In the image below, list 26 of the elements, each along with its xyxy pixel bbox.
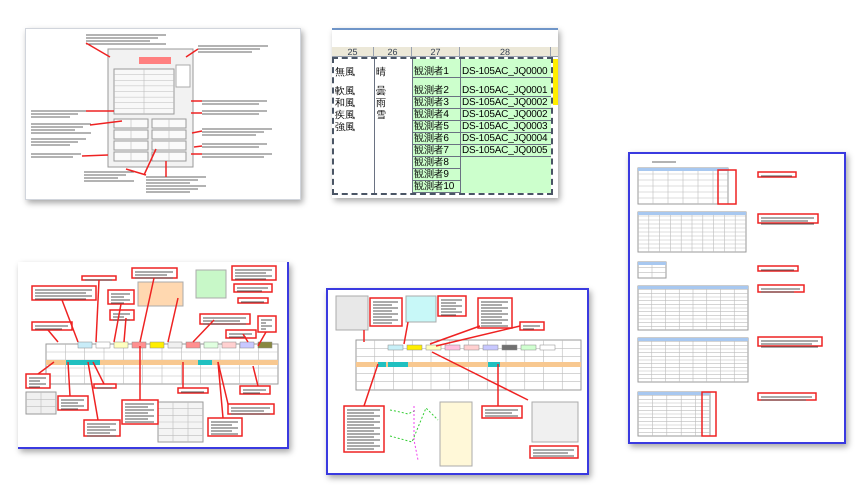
table-cell: 観測者4 xyxy=(412,109,460,121)
table-cell: 観測者2 xyxy=(412,78,460,97)
table-cell: 観測者8 xyxy=(412,157,460,169)
table-cell: 観測者7 xyxy=(412,145,460,157)
table-cell-text: 疾風 xyxy=(334,109,356,121)
table-cell: 観測者3 xyxy=(412,97,460,109)
table-cell-text: 軟風 xyxy=(334,85,356,97)
table-cell: DS-105AC_JQ0005 xyxy=(460,145,551,157)
column-header: 27 xyxy=(412,47,460,56)
table-cell: DS-105AC_JQ0002 xyxy=(460,109,551,121)
table-cell: 観測者5 xyxy=(412,121,460,133)
table-cell: 観測者1 xyxy=(412,59,460,78)
table-cell: 観測者10 xyxy=(412,181,460,193)
table-cell-text: 強風 xyxy=(334,121,356,133)
column-header: 26 xyxy=(374,47,412,56)
table-cell: 観測者9 xyxy=(412,169,460,181)
column-header: 25 xyxy=(332,47,374,56)
table-cell: DS-105AC_JQ0002 xyxy=(460,97,551,109)
table-cell: DS-105AC_JQ0001 xyxy=(460,78,551,97)
table-cell-text: 和風 xyxy=(334,97,356,109)
table-cell: DS-105AC_JQ0003 xyxy=(460,121,551,133)
table-cell: DS-105AC_JQ0004 xyxy=(460,133,551,145)
table-cell: DS-105AC_JQ0000 xyxy=(460,59,551,78)
table-cell: 観測者6 xyxy=(412,133,460,145)
table-cell-text: 無風 xyxy=(334,66,356,78)
highlighted-cell xyxy=(553,59,558,105)
